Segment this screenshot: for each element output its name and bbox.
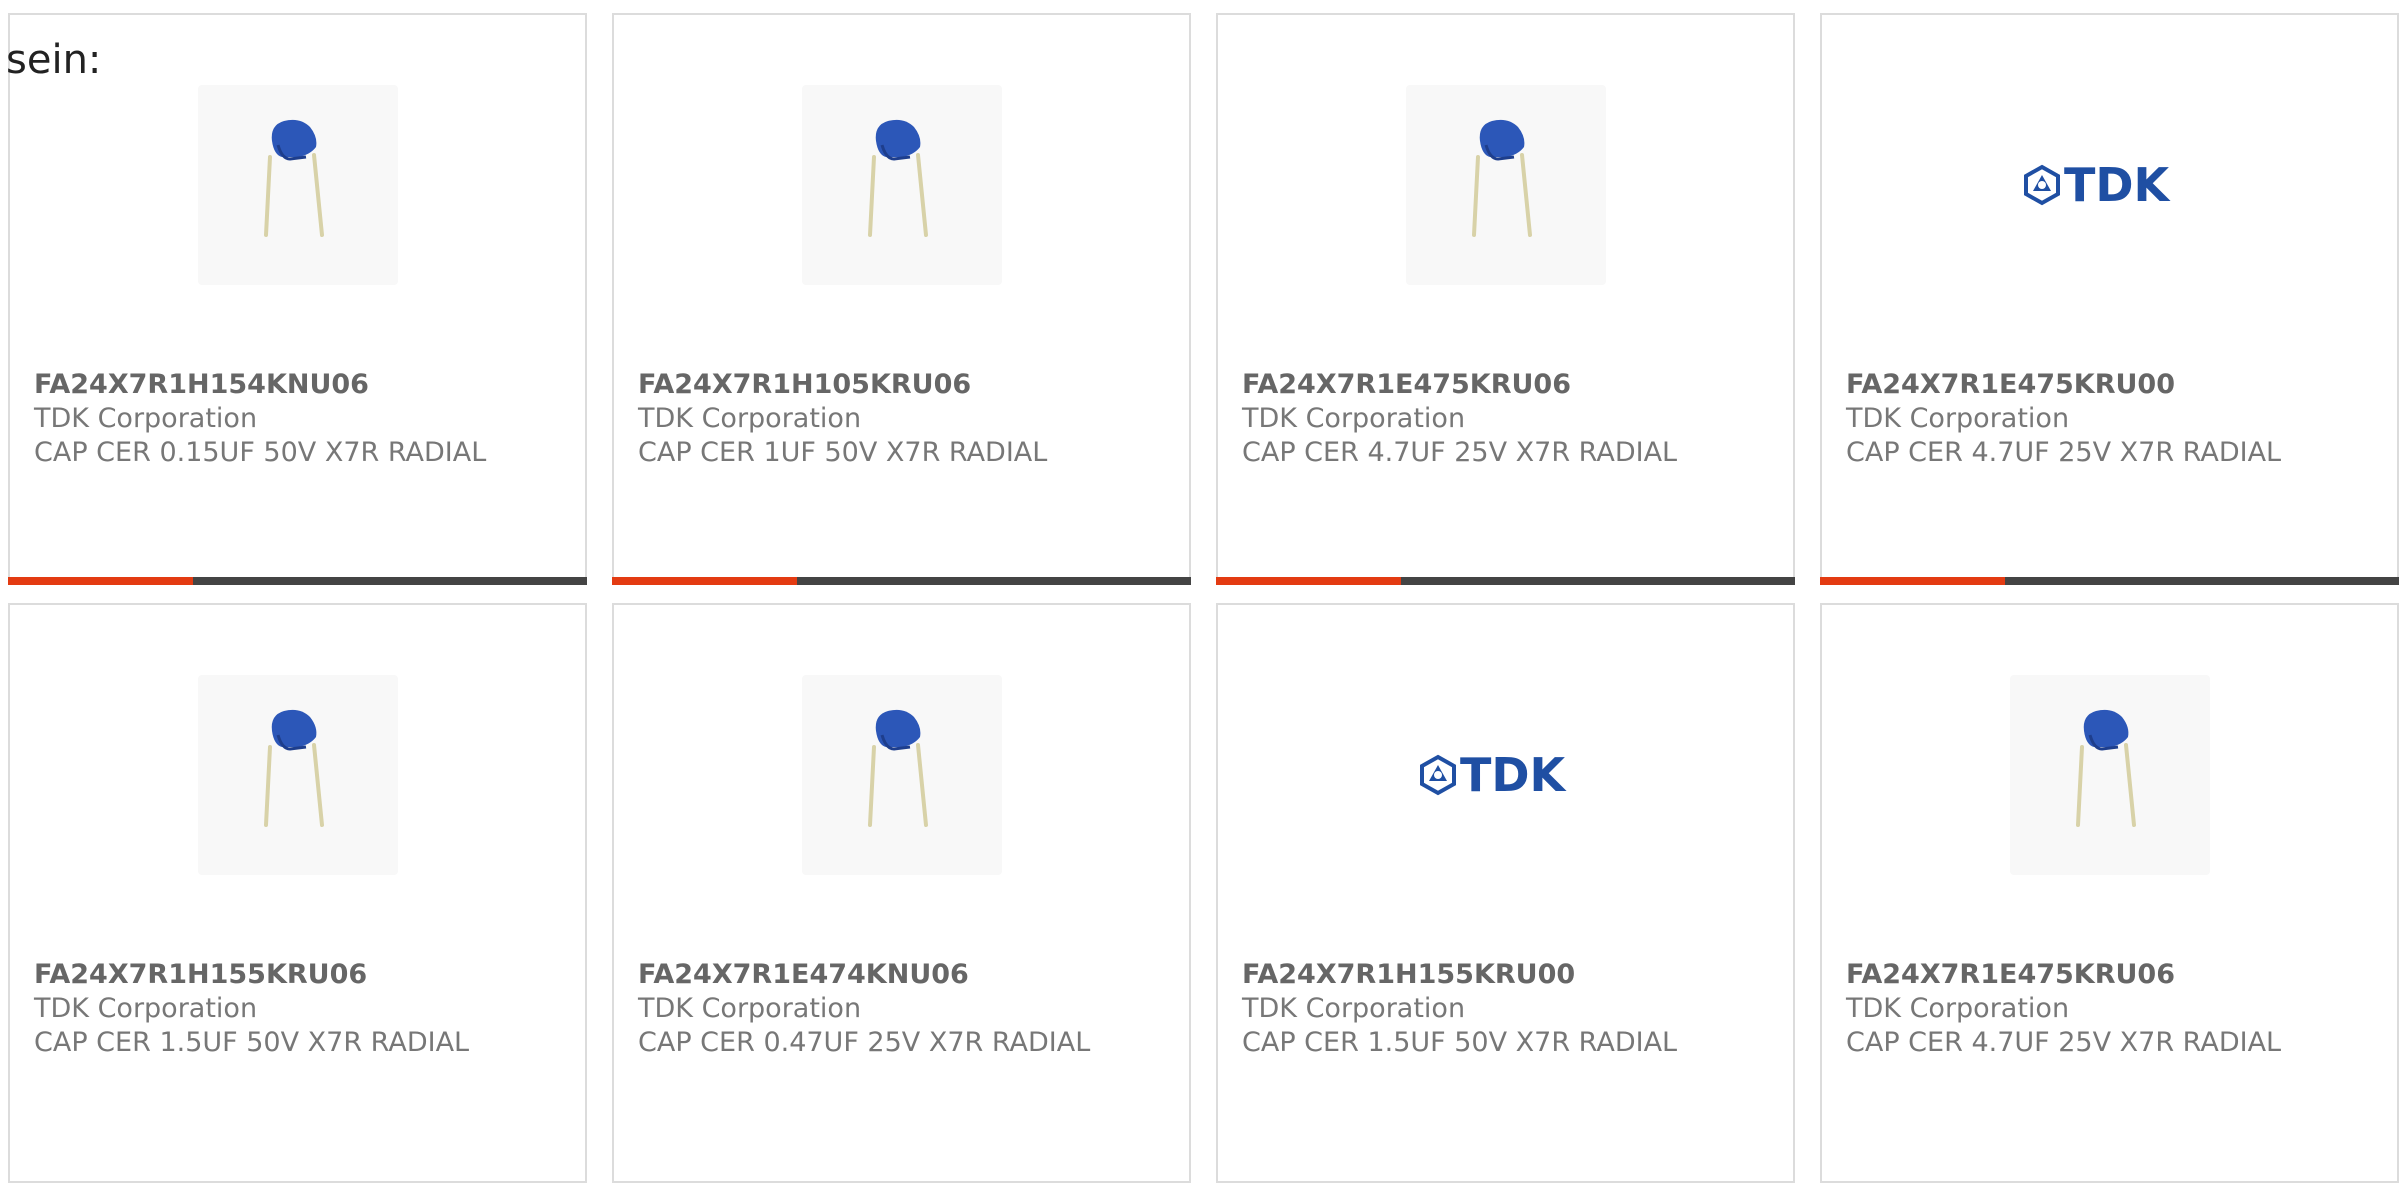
product-description: CAP CER 0.15UF 50V X7R RADIAL xyxy=(34,437,487,468)
manufacturer-name: TDK Corporation xyxy=(1846,993,2070,1024)
tdk-logo: TDK xyxy=(1406,675,1606,875)
product-card[interactable]: TDK FA24X7R1E475KRU00 TDK Corporation CA… xyxy=(1820,13,2399,585)
progress-bar xyxy=(1216,577,1795,585)
capacitor-image xyxy=(2009,675,2210,875)
part-number-link[interactable]: FA24X7R1H155KRU00 xyxy=(1242,958,1575,992)
progress-bar xyxy=(8,577,587,585)
part-number-link[interactable]: FA24X7R1E474KNU06 xyxy=(638,958,969,992)
manufacturer-name: TDK Corporation xyxy=(638,993,862,1024)
progress-fill xyxy=(8,577,194,585)
capacitor-image xyxy=(801,675,1002,875)
product-card[interactable]: FA24X7R1E475KRU06 TDK Corporation CAP CE… xyxy=(1216,13,1795,585)
part-number-link[interactable]: FA24X7R1E475KRU06 xyxy=(1846,958,2175,992)
product-description: CAP CER 4.7UF 25V X7R RADIAL xyxy=(1846,1027,2282,1058)
product-card[interactable]: FA24X7R1E475KRU06 TDK Corporation CAP CE… xyxy=(1820,603,2399,1183)
product-description: CAP CER 1.5UF 50V X7R RADIAL xyxy=(1242,1027,1678,1058)
manufacturer-name: TDK Corporation xyxy=(34,993,258,1024)
manufacturer-name: TDK Corporation xyxy=(1846,403,2070,434)
tdk-logo: TDK xyxy=(2010,85,2210,285)
part-number-link[interactable]: FA24X7R1H155KRU06 xyxy=(34,958,367,992)
tdk-logo-text: TDK xyxy=(1460,748,1568,802)
progress-bar xyxy=(1820,577,2399,585)
tdk-logo-text: TDK xyxy=(2064,158,2172,212)
product-card[interactable]: FA24X7R1H105KRU06 TDK Corporation CAP CE… xyxy=(612,13,1191,585)
capacitor-image xyxy=(1405,85,1606,285)
product-description: CAP CER 4.7UF 25V X7R RADIAL xyxy=(1242,437,1678,468)
product-card[interactable]: FA24X7R1E474KNU06 TDK Corporation CAP CE… xyxy=(612,603,1191,1183)
capacitor-image xyxy=(197,675,398,875)
manufacturer-name: TDK Corporation xyxy=(1242,993,1466,1024)
part-number-link[interactable]: FA24X7R1H154KNU06 xyxy=(34,368,369,402)
manufacturer-name: TDK Corporation xyxy=(638,403,862,434)
manufacturer-name: TDK Corporation xyxy=(1242,403,1466,434)
product-description: CAP CER 4.7UF 25V X7R RADIAL xyxy=(1846,437,2282,468)
product-description: CAP CER 1.5UF 50V X7R RADIAL xyxy=(34,1027,470,1058)
product-description: CAP CER 0.47UF 25V X7R RADIAL xyxy=(638,1027,1091,1058)
product-description: CAP CER 1UF 50V X7R RADIAL xyxy=(638,437,1048,468)
progress-bar xyxy=(612,577,1191,585)
progress-fill xyxy=(1216,577,1402,585)
product-card[interactable]: FA24X7R1H154KNU06 TDK Corporation CAP CE… xyxy=(8,13,587,585)
progress-fill xyxy=(612,577,798,585)
product-card[interactable]: FA24X7R1H155KRU06 TDK Corporation CAP CE… xyxy=(8,603,587,1183)
intro-text: sein: xyxy=(6,37,102,83)
part-number-link[interactable]: FA24X7R1H105KRU06 xyxy=(638,368,971,402)
progress-fill xyxy=(1820,577,2006,585)
part-number-link[interactable]: FA24X7R1E475KRU06 xyxy=(1242,368,1571,402)
capacitor-image xyxy=(197,85,398,285)
manufacturer-name: TDK Corporation xyxy=(34,403,258,434)
product-card[interactable]: TDK FA24X7R1H155KRU00 TDK Corporation CA… xyxy=(1216,603,1795,1183)
capacitor-image xyxy=(801,85,1002,285)
part-number-link[interactable]: FA24X7R1E475KRU00 xyxy=(1846,368,2175,402)
